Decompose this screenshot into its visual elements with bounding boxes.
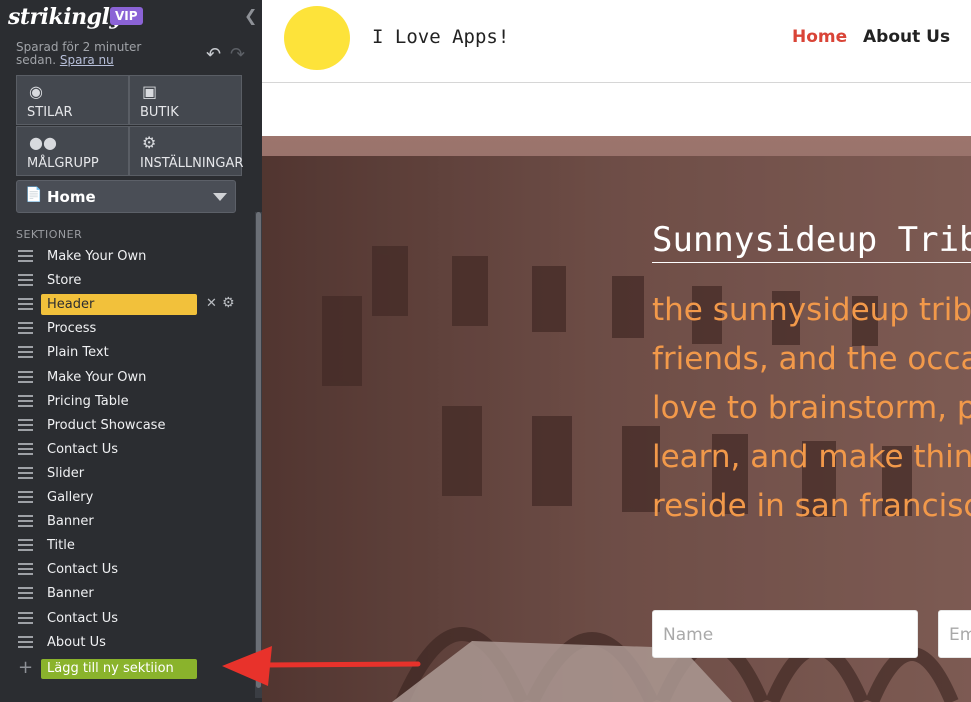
drag-handle-icon[interactable]: [18, 467, 33, 479]
add-section-row: + Lägg till ny sektiion: [0, 657, 255, 681]
section-item-label[interactable]: About Us: [47, 635, 106, 650]
drag-handle-icon[interactable]: [18, 636, 33, 648]
section-item-label[interactable]: Title: [47, 538, 75, 553]
section-item[interactable]: Plain Text: [0, 341, 255, 365]
section-item-label[interactable]: Header: [41, 294, 197, 315]
section-item[interactable]: Pricing Table: [0, 390, 255, 414]
styles-button[interactable]: ◉ STILAR: [16, 75, 129, 125]
drag-handle-icon[interactable]: [18, 587, 33, 599]
section-item[interactable]: Contact Us: [0, 607, 255, 631]
sections-scrollbar-thumb[interactable]: [256, 212, 261, 688]
hero-section[interactable]: Sunnysideup Tribe the sunnysideup tribe …: [262, 136, 971, 702]
section-item-label[interactable]: Product Showcase: [47, 418, 165, 433]
email-input[interactable]: Email: [938, 610, 971, 658]
section-settings-icon[interactable]: ⚙: [222, 295, 235, 311]
gear-icon: ⚙: [142, 133, 157, 152]
save-now-link[interactable]: Spara nu: [60, 53, 114, 67]
section-item-label[interactable]: Banner: [47, 586, 94, 601]
drag-handle-icon[interactable]: [18, 612, 33, 624]
palette-icon: ◉: [29, 82, 43, 101]
section-item-label[interactable]: Make Your Own: [47, 370, 146, 385]
redo-icon[interactable]: ↷: [230, 44, 245, 65]
section-item-label[interactable]: Make Your Own: [47, 249, 146, 264]
section-item[interactable]: Make Your Own: [0, 366, 255, 390]
site-preview: I Love Apps! Home About Us Sunnysideup T…: [262, 0, 971, 702]
undo-icon[interactable]: ↶: [206, 44, 221, 65]
section-item[interactable]: Process: [0, 317, 255, 341]
section-item-label[interactable]: Pricing Table: [47, 394, 129, 409]
section-item-label[interactable]: Contact Us: [47, 611, 118, 626]
add-section-button[interactable]: Lägg till ny sektiion: [41, 659, 197, 679]
settings-label: INSTÄLLNINGAR: [140, 156, 244, 171]
shopping-bag-icon: ▣: [142, 82, 158, 101]
section-item-label[interactable]: Gallery: [47, 490, 93, 505]
name-input[interactable]: Name: [652, 610, 918, 658]
save-status: Sparad för 2 minuter sedan. Spara nu: [16, 41, 166, 67]
page-selector-value: Home: [47, 188, 96, 206]
section-item[interactable]: Banner: [0, 582, 255, 606]
drag-handle-icon[interactable]: [18, 563, 33, 575]
chevron-down-icon: [213, 193, 227, 201]
section-item-label[interactable]: Store: [47, 273, 81, 288]
section-item-label[interactable]: Contact Us: [47, 442, 118, 457]
section-item[interactable]: Store: [0, 269, 255, 293]
collapse-sidebar-icon[interactable]: ❮: [244, 6, 257, 25]
section-item[interactable]: Slider: [0, 462, 255, 486]
drag-handle-icon[interactable]: [18, 419, 33, 431]
drag-handle-icon[interactable]: [18, 395, 33, 407]
section-item[interactable]: Contact Us: [0, 558, 255, 582]
store-button[interactable]: ▣ BUTIK: [129, 75, 242, 125]
section-item-label[interactable]: Contact Us: [47, 562, 118, 577]
vip-badge: VIP: [110, 7, 143, 25]
section-item[interactable]: About Us: [0, 631, 255, 655]
section-item-label[interactable]: Banner: [47, 514, 94, 529]
section-item[interactable]: Header ✕ ⚙: [0, 293, 255, 317]
section-item[interactable]: Product Showcase: [0, 414, 255, 438]
site-title[interactable]: I Love Apps!: [372, 26, 509, 48]
drag-handle-icon[interactable]: [18, 346, 33, 358]
section-item-label[interactable]: Process: [47, 321, 96, 336]
settings-button[interactable]: ⚙ INSTÄLLNINGAR: [129, 126, 244, 176]
section-item[interactable]: Title: [0, 534, 255, 558]
editor-sidebar: strikingly VIP ❮ Sparad för 2 minuter se…: [0, 0, 262, 702]
strikingly-logo: strikingly: [8, 4, 122, 30]
people-icon: ●●: [29, 133, 57, 152]
drag-handle-icon[interactable]: [18, 443, 33, 455]
section-item[interactable]: Contact Us: [0, 438, 255, 462]
page-selector[interactable]: 📄 Home: [16, 180, 236, 213]
header-divider: [262, 82, 971, 83]
section-item-label[interactable]: Plain Text: [47, 345, 109, 360]
drag-handle-icon[interactable]: [18, 515, 33, 527]
section-item[interactable]: Gallery: [0, 486, 255, 510]
drag-handle-icon[interactable]: [18, 539, 33, 551]
drag-handle-icon[interactable]: [18, 274, 33, 286]
drag-handle-icon[interactable]: [18, 250, 33, 262]
drag-handle-icon[interactable]: [18, 298, 33, 310]
hero-text[interactable]: the sunnysideup tribe is a group of frie…: [652, 286, 971, 531]
site-logo[interactable]: [284, 6, 350, 70]
section-item-label[interactable]: Slider: [47, 466, 84, 481]
drag-handle-icon[interactable]: [18, 371, 33, 383]
store-label: BUTIK: [140, 105, 179, 120]
section-item[interactable]: Banner: [0, 510, 255, 534]
hero-title[interactable]: Sunnysideup Tribe: [652, 220, 971, 263]
drag-handle-icon[interactable]: [18, 322, 33, 334]
nav-link-about-us[interactable]: About Us: [863, 27, 950, 47]
plus-icon[interactable]: +: [18, 657, 33, 678]
drag-handle-icon[interactable]: [18, 491, 33, 503]
styles-label: STILAR: [27, 105, 73, 120]
sections-heading: SEKTIONER: [16, 228, 83, 241]
page-document-icon: 📄: [25, 187, 43, 203]
audience-label: MÅLGRUPP: [27, 156, 99, 171]
delete-section-icon[interactable]: ✕: [206, 296, 217, 311]
audience-button[interactable]: ●● MÅLGRUPP: [16, 126, 129, 176]
nav-link-home[interactable]: Home: [792, 27, 847, 47]
section-item[interactable]: Make Your Own: [0, 245, 255, 269]
